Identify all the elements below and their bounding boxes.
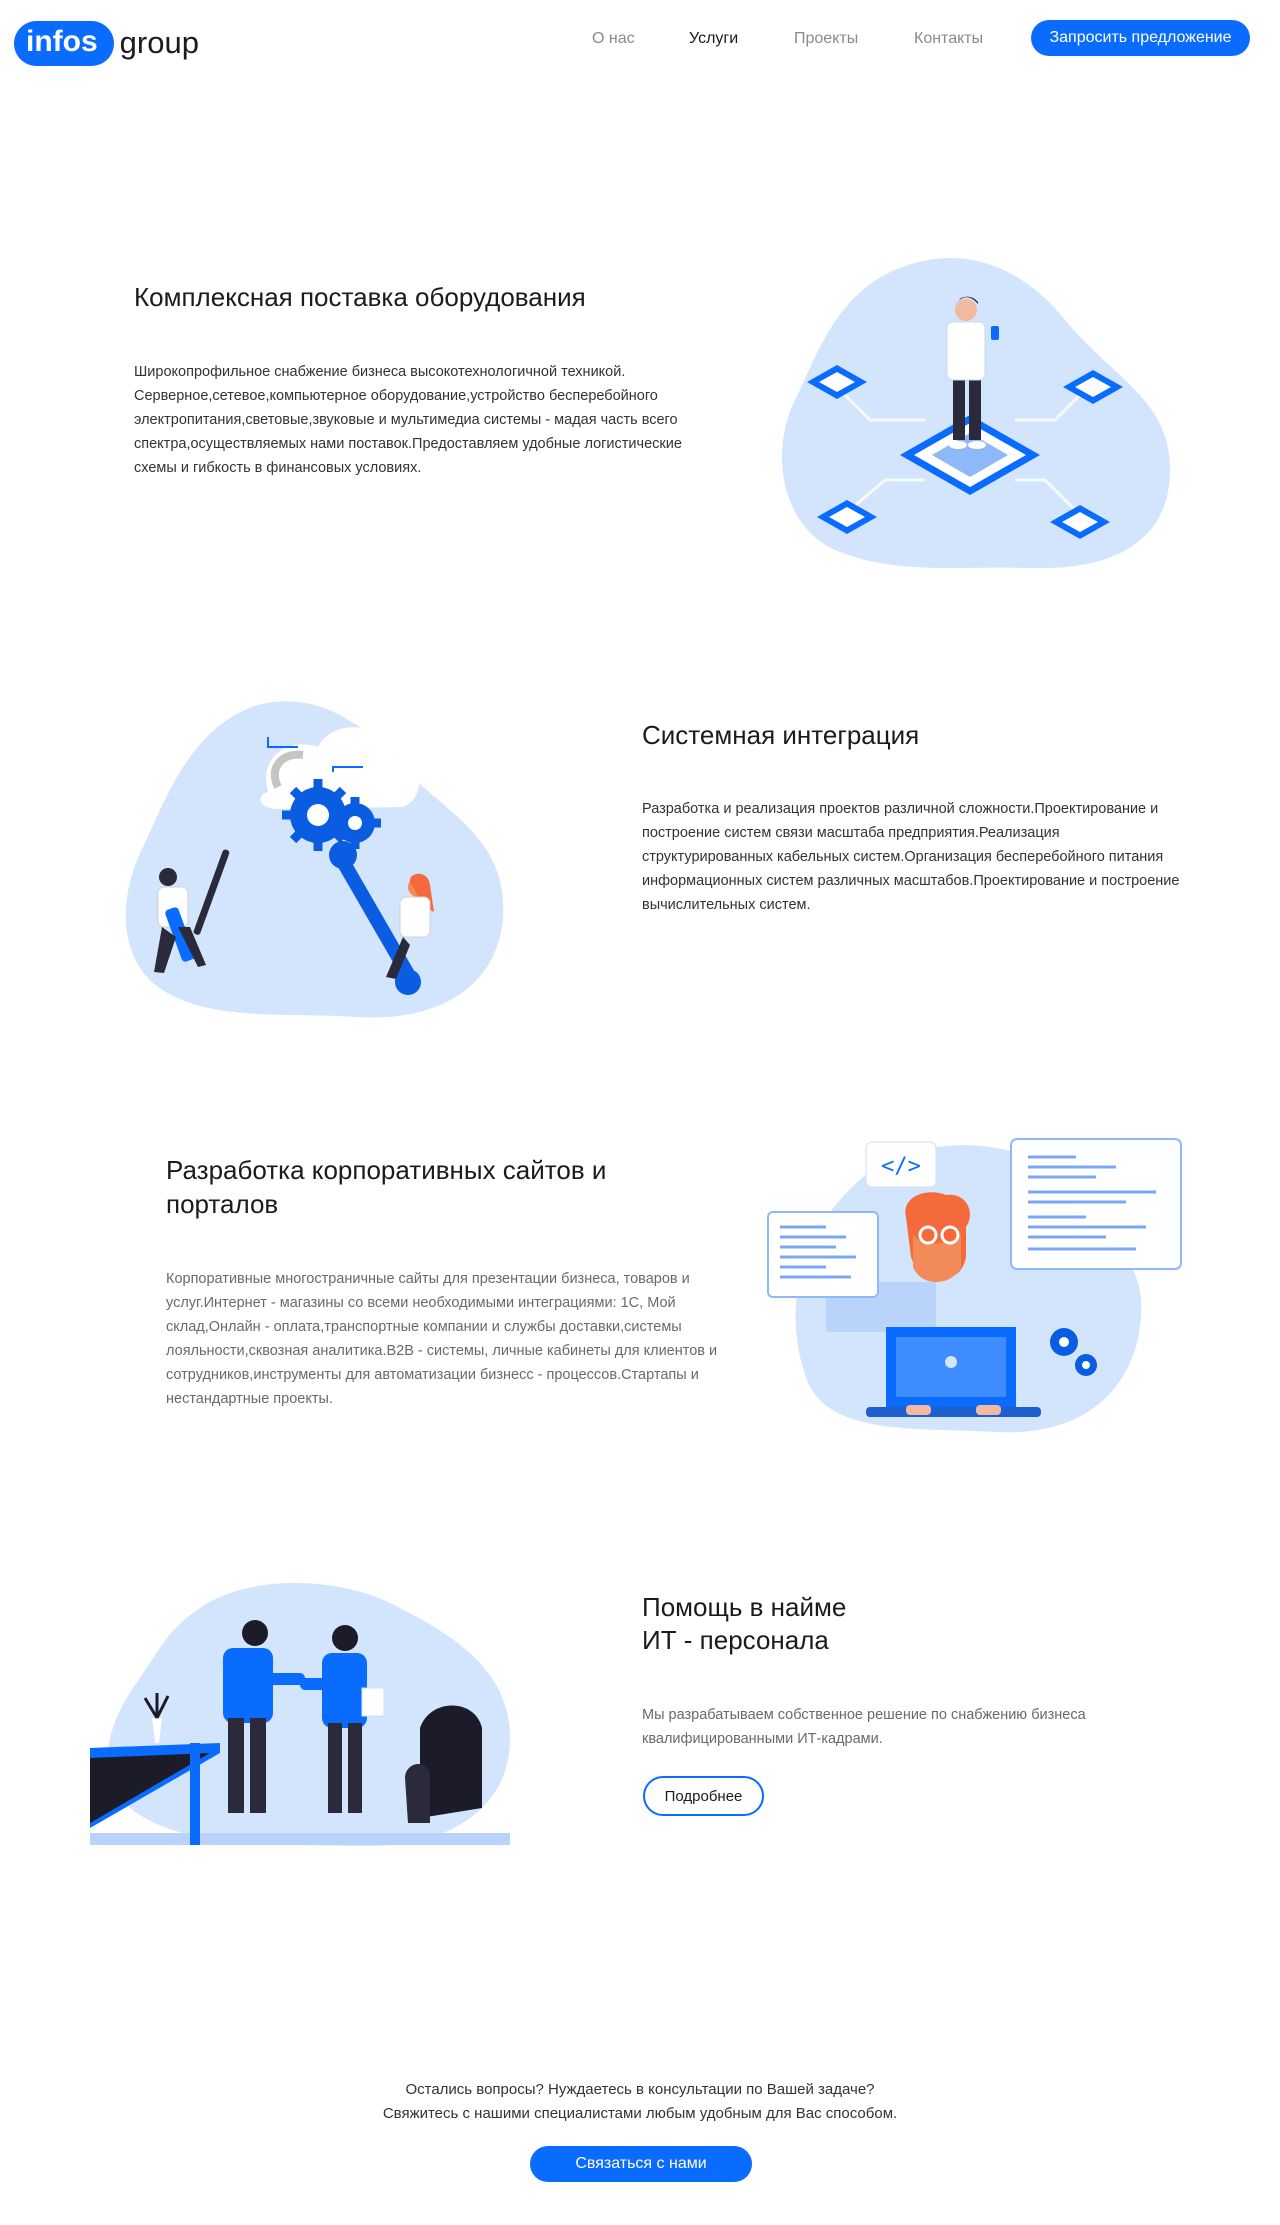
request-offer-button[interactable]: Запросить предложение	[1031, 20, 1250, 56]
section-title-equipment: Комплексная поставка оборудования	[134, 282, 586, 312]
logo[interactable]: infos group	[14, 18, 199, 68]
more-button[interactable]: Подробнее	[643, 1776, 764, 1816]
gears-tools-illustration	[125, 701, 504, 1018]
contact-us-button[interactable]: Связаться с нами	[530, 2146, 752, 2182]
code-tag-text: </>	[881, 1154, 921, 1179]
section-title-integration: Системная интеграция	[642, 720, 920, 750]
server-chip-illustration	[782, 258, 1170, 569]
nav-services[interactable]: Услуги	[689, 30, 738, 48]
footer-question: Остались вопросы? Нуждаетесь в консульта…	[405, 2081, 875, 2098]
header: infos group О нас Услуги Проекты Контакт…	[0, 0, 1280, 80]
footer-contact-note: Свяжитесь с нашими специалистами любым у…	[382, 2105, 898, 2122]
section-text-equipment: Широкопрофильное снабжение бизнеса высок…	[134, 364, 682, 476]
section-text-websites: Корпоративные многостраничные сайты для …	[166, 1271, 718, 1407]
nav-about[interactable]: О нас	[592, 30, 635, 48]
handshake-illustration	[90, 1583, 510, 1847]
logo-pill: infos	[14, 20, 114, 66]
section-text-integration: Разработка и реализация проектов различн…	[642, 801, 1180, 913]
section-title-hiring-line2: ИТ - персонала	[642, 1625, 829, 1655]
section-text-hiring: Мы разрабатываем собственное решение по …	[642, 1707, 1086, 1747]
section-title-hiring-line1: Помощь в найме	[642, 1592, 847, 1622]
logo-word: group	[119, 25, 199, 60]
developer-illustration: </>	[767, 1138, 1182, 1433]
nav-contacts[interactable]: Контакты	[914, 30, 983, 48]
section-title-websites: Разработка корпоративных сайтов и портал…	[166, 1155, 607, 1219]
nav-projects[interactable]: Проекты	[794, 30, 858, 48]
